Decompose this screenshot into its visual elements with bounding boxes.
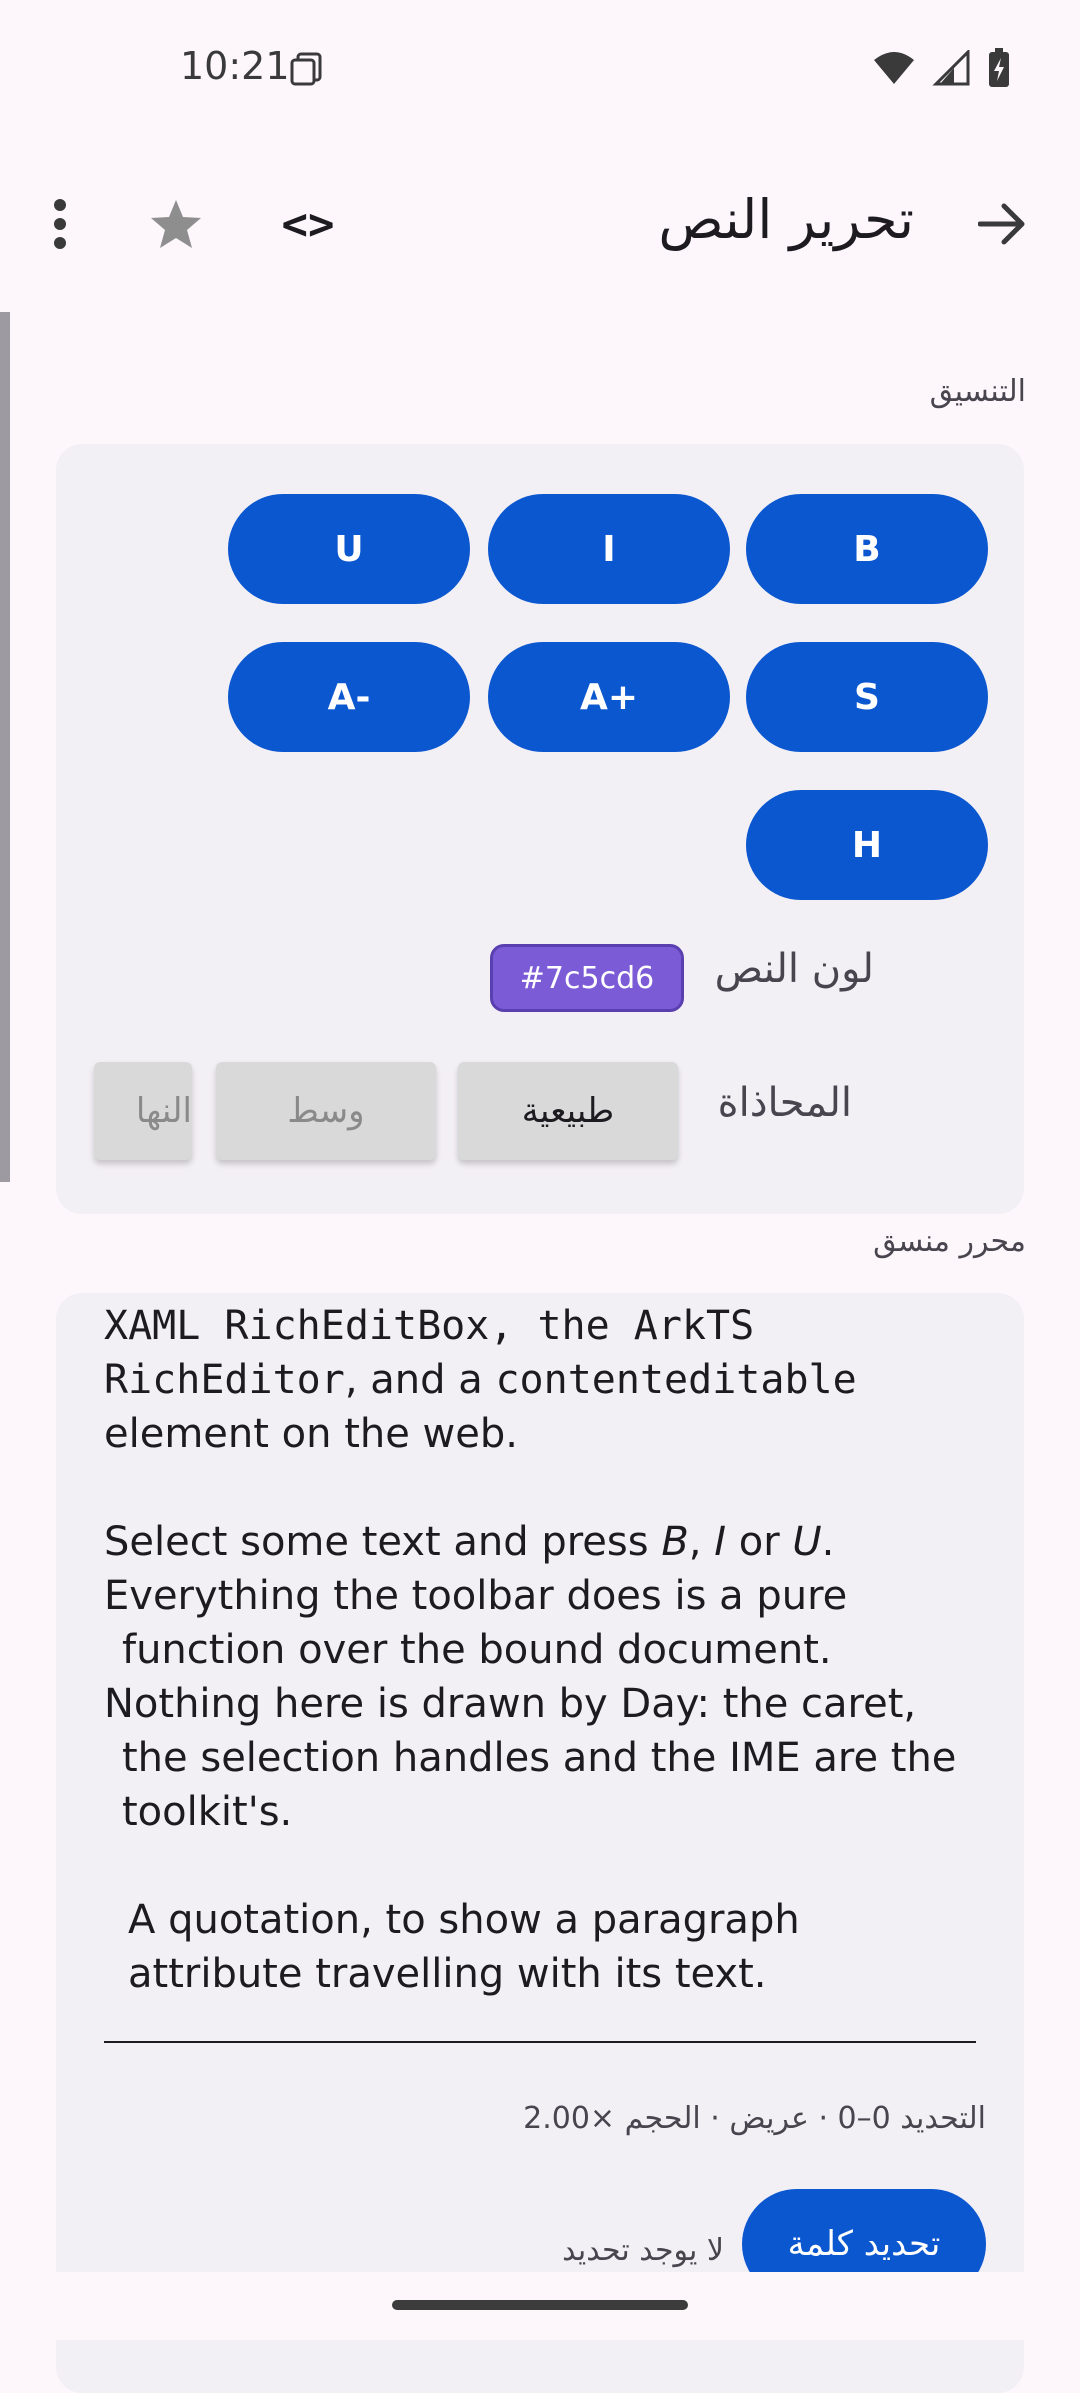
italic-button[interactable]: I: [488, 494, 730, 604]
editor-line: Everything the toolbar does is a pure: [104, 1573, 848, 1619]
increase-font-button[interactable]: A+: [488, 642, 730, 752]
back-button[interactable]: [958, 180, 1046, 268]
editor-card: XAML RichEditBox, the ArkTS RichEditor, …: [56, 1293, 1024, 2393]
more-vert-icon: [54, 199, 66, 249]
status-icons: [872, 48, 1010, 88]
rich-text-editor[interactable]: XAML RichEditBox, the ArkTS RichEditor, …: [104, 1303, 984, 2001]
status-time: 10:21: [180, 44, 290, 88]
underline-button[interactable]: U: [228, 494, 470, 604]
editor-line: XAML RichEditBox, the ArkTS: [104, 1303, 755, 1349]
alignment-label: المحاذاة: [717, 1080, 852, 1126]
bold-button[interactable]: B: [746, 494, 988, 604]
favorite-button[interactable]: [132, 180, 220, 268]
editor-line: toolkit's.: [122, 1789, 293, 1835]
decrease-font-button[interactable]: A-: [228, 642, 470, 752]
text-color-chip[interactable]: #7c5cd6: [490, 944, 684, 1012]
code-view-button[interactable]: <>: [264, 180, 352, 268]
formatting-card: B I U S A+ A- H لون النص #7c5cd6 المحاذا…: [56, 444, 1024, 1214]
page-title: تحرير النص: [658, 188, 914, 251]
formatting-section-label: التنسيق: [929, 374, 1026, 409]
no-selection-label: لا يوجد تحديد: [562, 2233, 724, 2268]
editor-blank-line: [104, 1839, 984, 1893]
wifi-icon: [874, 52, 914, 84]
battery-charging-icon: [989, 48, 1009, 87]
editor-line: Select some text and press B, I or U.: [104, 1519, 835, 1565]
editor-line: the selection handles and the IME are th…: [122, 1735, 957, 1781]
editor-underline: [104, 2041, 976, 2043]
cellular-signal-icon: [932, 50, 970, 86]
top-app-bar: <> تحرير النص: [0, 180, 1080, 268]
editor-line: RichEditor, and a contenteditable: [104, 1357, 857, 1403]
editor-line: function over the bound document.: [122, 1627, 832, 1673]
highlight-button[interactable]: H: [746, 790, 988, 900]
align-center-button[interactable]: وسط: [216, 1062, 436, 1160]
screenshot-notification-icon: [290, 52, 322, 86]
strikethrough-button[interactable]: S: [746, 642, 988, 752]
code-icon: <>: [281, 198, 335, 250]
selection-info: التحديد 0–0 · عريض · الحجم ×2.00: [523, 2101, 986, 2136]
arrow-forward-icon: [978, 203, 1025, 245]
editor-line: element on the web.: [104, 1411, 518, 1457]
editor-line: Nothing here is drawn by Day: the caret,: [104, 1681, 917, 1727]
more-options-button[interactable]: [16, 180, 104, 268]
home-indicator[interactable]: [392, 2300, 688, 2310]
quote-line: A quotation, to show a paragraph: [128, 1897, 800, 1943]
scroll-indicator[interactable]: [0, 312, 10, 1182]
editor-blank-line: [104, 1461, 984, 1515]
align-natural-button[interactable]: طبيعية: [458, 1062, 678, 1160]
text-color-label: لون النص: [714, 946, 874, 992]
quote-line: attribute travelling with its text.: [128, 1951, 767, 1997]
editor-section-label: محرر منسق: [873, 1224, 1026, 1259]
star-icon: [151, 200, 201, 248]
align-end-button[interactable]: النها: [94, 1062, 192, 1160]
